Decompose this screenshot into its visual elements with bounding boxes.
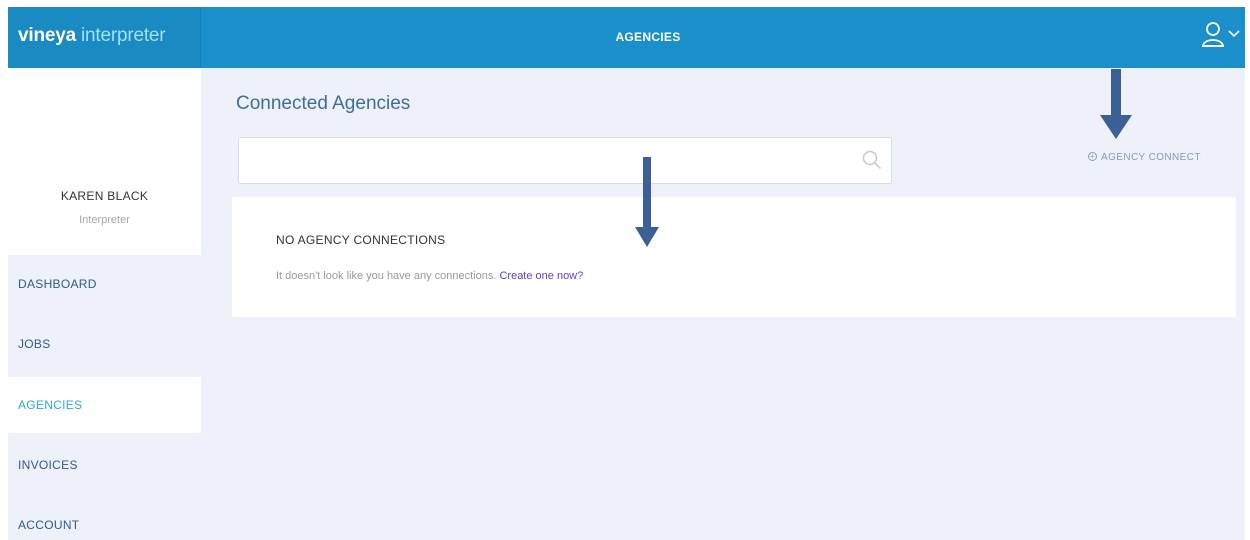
arrow-down-icon bbox=[635, 157, 659, 247]
profile-panel: KAREN BLACK Interpreter bbox=[8, 68, 201, 255]
sidebar-item-account[interactable]: ACCOUNT bbox=[8, 497, 201, 540]
plus-circle-icon: + bbox=[1088, 151, 1097, 161]
brand-name: vineya bbox=[18, 25, 76, 46]
top-bar: vineya interpreter AGENCIES bbox=[8, 7, 1245, 68]
profile-role: Interpreter bbox=[79, 214, 130, 226]
app-window: vineya interpreter AGENCIES KAREN BLACK … bbox=[8, 7, 1245, 540]
empty-state-card: NO AGENCY CONNECTIONS It doesn't look li… bbox=[232, 197, 1236, 317]
brand-logo[interactable]: vineya interpreter bbox=[8, 7, 201, 68]
empty-state-title: NO AGENCY CONNECTIONS bbox=[276, 233, 446, 247]
search-icon[interactable] bbox=[861, 149, 883, 171]
brand-text: vineya interpreter bbox=[18, 25, 166, 47]
sidebar-item-dashboard[interactable]: DASHBOARD bbox=[8, 256, 201, 312]
search-field[interactable] bbox=[238, 137, 892, 184]
arrow-down-icon bbox=[1100, 69, 1132, 139]
chevron-down-icon bbox=[1228, 30, 1240, 38]
empty-state-text: It doesn't look like you have any connec… bbox=[276, 270, 583, 282]
sidebar: KAREN BLACK Interpreter DASHBOARD JOBS A… bbox=[8, 68, 201, 540]
sidebar-item-jobs[interactable]: JOBS bbox=[8, 316, 201, 372]
page-title: Connected Agencies bbox=[236, 93, 411, 114]
profile-name: KAREN BLACK bbox=[60, 189, 149, 203]
user-icon bbox=[1201, 22, 1225, 47]
sidebar-item-invoices[interactable]: INVOICES bbox=[8, 437, 201, 493]
search-input[interactable] bbox=[239, 138, 839, 183]
agency-connect-label: AGENCY CONNECT bbox=[1101, 152, 1201, 163]
create-connection-link[interactable]: Create one now? bbox=[499, 270, 583, 282]
sidebar-item-agencies[interactable]: AGENCIES bbox=[8, 377, 201, 433]
page-heading: AGENCIES bbox=[615, 30, 681, 44]
brand-suffix: interpreter bbox=[75, 25, 166, 46]
agency-connect-button[interactable]: + AGENCY CONNECT bbox=[1088, 151, 1201, 163]
user-menu-button[interactable] bbox=[1201, 21, 1241, 51]
empty-state-message: It doesn't look like you have any connec… bbox=[276, 270, 500, 282]
